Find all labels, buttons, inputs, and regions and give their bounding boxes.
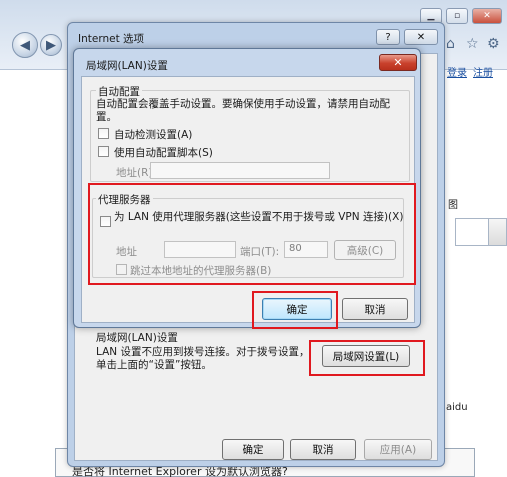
lan-dialog-title: 局域网(LAN)设置: [86, 60, 168, 72]
side-link-tu[interactable]: 图: [448, 196, 458, 211]
close-icon: ✕: [393, 56, 403, 69]
close-icon: ✕: [416, 31, 426, 43]
lan-cancel-button[interactable]: 取消: [342, 298, 408, 320]
maximize-button[interactable]: ▫: [446, 8, 468, 24]
home-icon[interactable]: ⌂: [446, 36, 455, 52]
cancel-button[interactable]: 取消: [290, 439, 356, 460]
help-button[interactable]: ?: [376, 29, 400, 45]
auto-detect-label[interactable]: 自动检测设置(A): [114, 127, 192, 142]
close-icon: ✕: [483, 11, 491, 21]
login-link[interactable]: 登录: [447, 64, 467, 79]
dialog-title: Internet 选项: [78, 33, 145, 45]
auto-config-description: 自动配置会覆盖手动设置。要确保使用手动设置，请禁用自动配置。: [96, 98, 390, 123]
favorites-star-icon[interactable]: ☆: [466, 36, 479, 52]
auto-detect-checkbox[interactable]: [98, 128, 109, 139]
lan-section-description: LAN 设置不应用到拨号连接。对于拨号设置，单击上面的“设置”按钮。: [96, 346, 310, 371]
minimize-icon: ▁: [427, 11, 435, 21]
forward-arrow-icon: ▶: [46, 37, 56, 53]
window-close-button[interactable]: ✕: [472, 8, 502, 24]
back-button[interactable]: ◀: [12, 32, 38, 58]
auto-config-group-title: 自动配置: [96, 84, 142, 99]
forward-button[interactable]: ▶: [40, 34, 62, 56]
maximize-icon: ▫: [453, 11, 461, 21]
gear-icon[interactable]: ⚙: [487, 36, 500, 52]
ok-button[interactable]: 确定: [222, 439, 284, 460]
side-link-aidu[interactable]: aidu: [446, 402, 468, 413]
apply-button[interactable]: 应用(A): [364, 439, 432, 460]
highlight-lan-settings: [309, 340, 425, 376]
highlight-ok-button: [252, 291, 338, 329]
use-script-checkbox[interactable]: [98, 146, 109, 157]
use-script-label[interactable]: 使用自动配置脚本(S): [114, 145, 213, 160]
script-address-label: 地址(R): [116, 167, 153, 179]
dialog-close-button[interactable]: ✕: [404, 29, 438, 45]
back-arrow-icon: ◀: [20, 37, 30, 53]
search-button[interactable]: [488, 218, 507, 246]
script-address-field[interactable]: [150, 162, 330, 179]
lan-section-title: 局域网(LAN)设置: [96, 332, 178, 344]
highlight-proxy-group: [88, 183, 416, 285]
register-link[interactable]: 注册: [473, 64, 493, 79]
lan-close-button[interactable]: ✕: [379, 54, 417, 71]
help-icon: ?: [385, 31, 391, 43]
